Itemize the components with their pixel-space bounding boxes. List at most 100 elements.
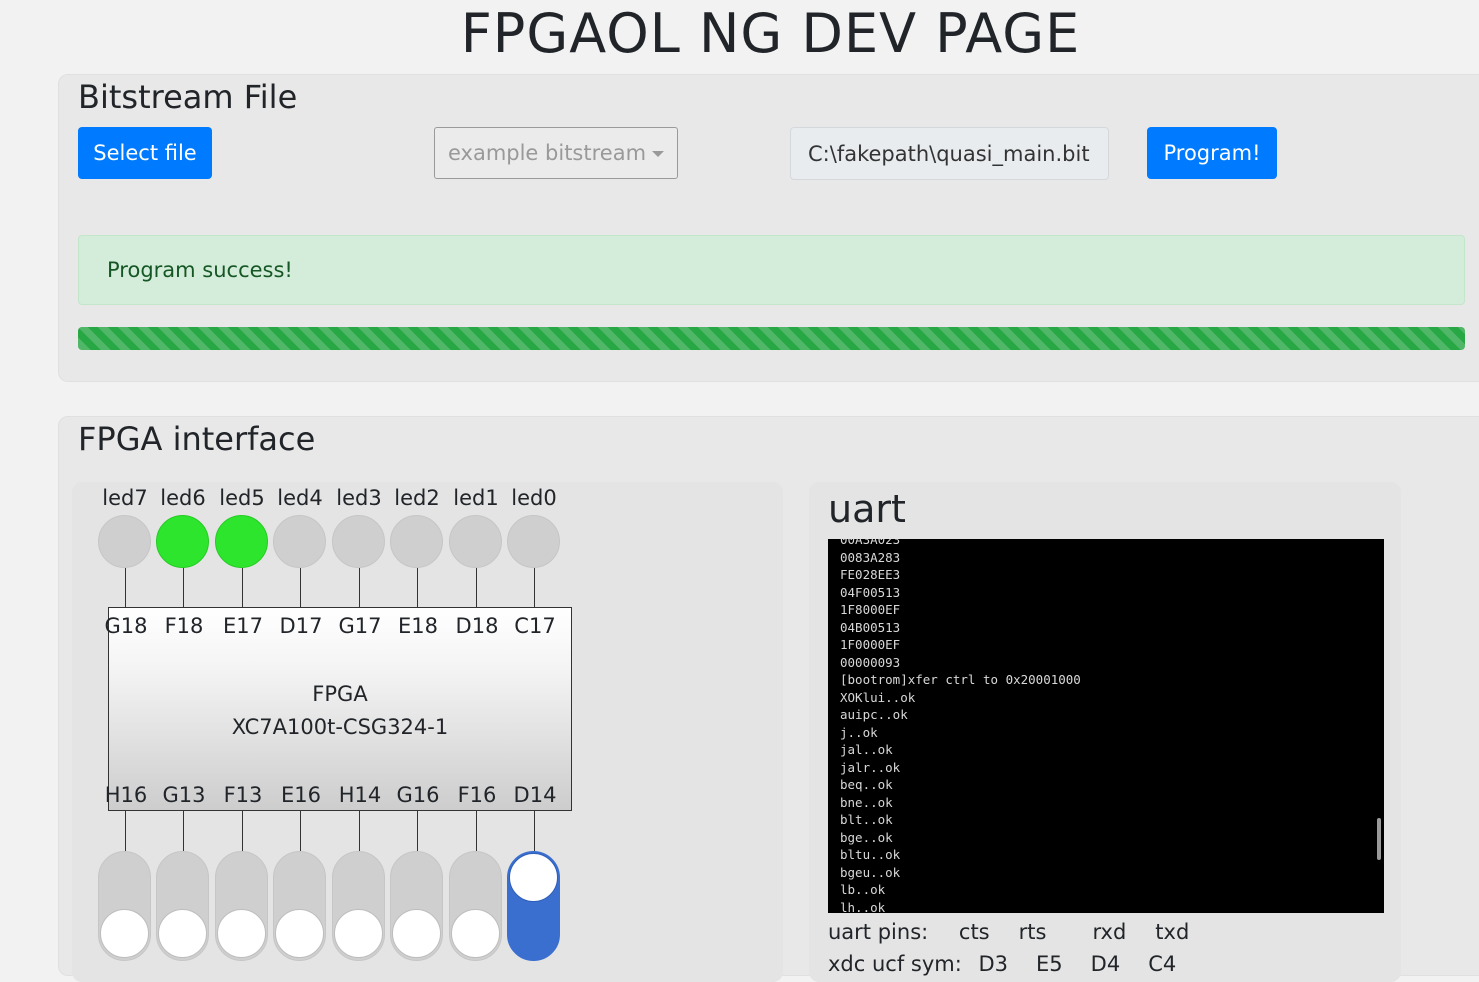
uart-terminal[interactable]: 00A3A023 0083A283 FE028EE3 04F00513 1F8000EF… [828,539,1384,913]
terminal-line: 00000093 [840,654,901,670]
toggle-switch[interactable] [507,851,560,961]
toggle-switch[interactable] [156,851,209,961]
switch-pin-label: H14 [338,783,382,807]
led-indicator [98,515,151,568]
switch-wire [534,811,535,851]
program-status-text: Program success! [107,258,293,282]
led-indicator [390,515,443,568]
terminal-output: 00A3A023 0083A283 FE028EE3 04F00513 1F8000EF… [840,539,1081,913]
terminal-line: 04B00513 [840,619,901,635]
bitstream-section-title: Bitstream File [78,78,298,116]
uart-panel: uart 00A3A023 0083A283 FE028EE3 04F00513 1F8… [809,482,1401,982]
uart-pins-label: uart pins: [828,920,929,944]
switch-pin-label: E16 [281,783,321,807]
terminal-line: jal..ok [840,742,893,757]
toggle-switch[interactable] [215,851,268,961]
switch-wire [476,811,477,851]
led-label: led5 [219,486,265,510]
program-status-alert: Program success! [78,235,1465,305]
switch-wire [242,811,243,851]
led-indicator [449,515,502,568]
terminal-scrollbar[interactable] [1377,818,1381,860]
led-label: led4 [277,486,323,510]
program-progress-bar [78,327,1465,350]
switch-wire [359,811,360,851]
led-wire [417,568,418,607]
led-label: led7 [102,486,148,510]
switch-knob [334,909,383,958]
led-label: led1 [453,486,499,510]
led-label: led6 [160,486,206,510]
toggle-switch[interactable] [273,851,326,961]
led-indicator [332,515,385,568]
terminal-line: XOKlui..ok [840,689,916,705]
xdc-pin-value: C4 [1148,952,1177,976]
example-bitstream-label: example bitstream [447,141,647,165]
uart-pins-row: uart pins: cts rts rxd txd [828,918,1189,946]
fpga-interface-card: FPGA interface led7 led6 led5 led4 led3 led2 l… [58,416,1479,982]
terminal-line: 1F0000EF [840,637,901,652]
led-indicator [507,515,560,568]
led-wire [359,568,360,607]
switch-pin-label: G16 [396,783,440,807]
switch-pin-label: H16 [104,783,148,807]
fpga-chip: G18 F18 E17 D17 G17 E18 D18 C17 FPGA XC7A100t-C… [105,607,572,811]
led-indicator [215,515,268,568]
led-wire [183,568,184,607]
switch-knob [275,909,324,958]
toggle-switch[interactable] [332,851,385,961]
chip-name: FPGA [312,682,368,706]
switch-wire [125,811,126,851]
caret-down-icon [652,151,665,157]
terminal-line: bltu..ok [840,847,901,862]
switch-knob [392,909,441,958]
switch-knob [158,909,207,958]
terminal-line: jalr..ok [840,759,901,775]
xdc-pin-value: E5 [1036,952,1063,976]
led-pin-label: E17 [223,614,263,638]
file-path-field[interactable] [790,127,1109,180]
terminal-line: 0083A283 [840,549,901,565]
bitstream-card: Bitstream File Select file example bitst… [58,74,1479,382]
led-pin-label: D18 [455,614,499,638]
led-indicator [156,515,209,568]
switch-pin-label: F13 [223,783,263,807]
select-file-button[interactable]: Select file [78,127,212,179]
terminal-line: auipc..ok [840,707,908,722]
page-title: FPGAOL NG DEV PAGE [460,2,1081,65]
terminal-line: 1F8000EF [840,602,901,617]
led-indicator [273,515,326,568]
switch-pin-label: G13 [162,783,206,807]
terminal-line: bne..ok [840,794,893,810]
xdc-pin-value: D3 [978,952,1009,976]
xdc-pin-map-label: xdc ucf sym: [828,952,962,976]
toggle-switch[interactable] [449,851,502,961]
switch-knob [451,909,500,958]
xdc-pin-map-row: xdc ucf sym: D3 E5 D4 C4 [828,950,1176,978]
terminal-line: lh..ok [840,899,886,914]
fpga-board-panel: led7 led6 led5 led4 led3 led2 led1 led0 G18 F18 E… [72,482,783,982]
switch-wire [300,811,301,851]
switch-pin-label: F16 [457,783,497,807]
led-wire [125,568,126,607]
terminal-line: blt..ok [840,812,893,827]
led-label: led0 [511,486,557,510]
led-pin-label: D17 [279,614,323,638]
program-button[interactable]: Program! [1147,127,1277,179]
uart-pin-name: rxd [1092,920,1127,944]
terminal-line: bgeu..ok [840,864,901,880]
switch-knob [509,853,558,902]
led-label: led2 [394,486,440,510]
switch-pin-label: D14 [513,783,557,807]
example-bitstream-dropdown[interactable]: example bitstream [434,127,678,179]
progress-fill [78,327,1465,350]
terminal-line: [bootrom]xfer ctrl to 0x20001000 [840,672,1081,687]
terminal-line: 00A3A023 [840,539,901,547]
terminal-line: j..ok [840,724,878,740]
toggle-switch[interactable] [98,851,151,961]
switch-knob [100,909,149,958]
led-wire [242,568,243,607]
toggle-switch[interactable] [390,851,443,961]
terminal-line: bge..ok [840,829,893,845]
terminal-line: beq..ok [840,777,893,792]
